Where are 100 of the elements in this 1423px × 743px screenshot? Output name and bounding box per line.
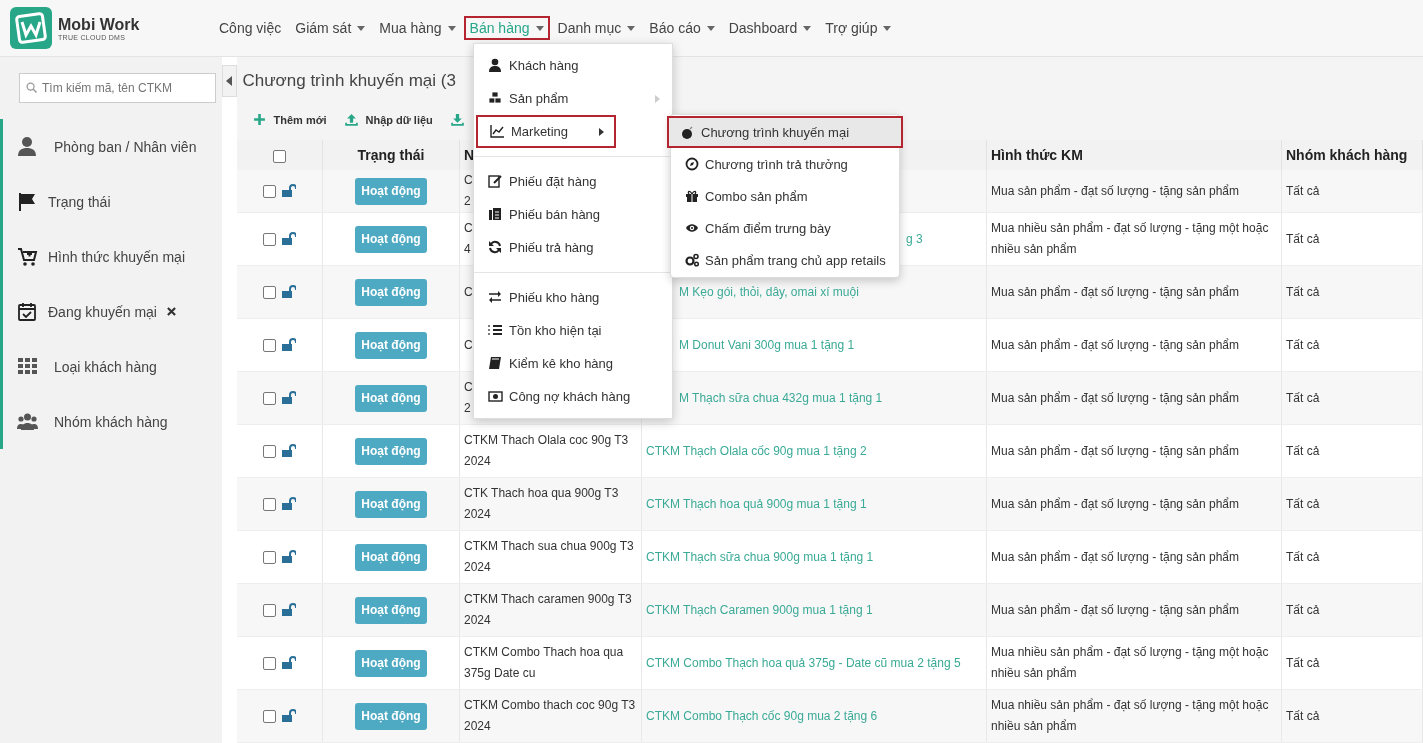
table-cell: Tất cả [1281,371,1423,425]
table-cell: Tất cả [1281,636,1423,690]
person-icon [488,58,503,73]
table-cell: Tất cả [1281,424,1423,478]
table-cell: Mua sản phẩm - đạt số lượng - tặng sản phẩm [986,583,1282,637]
row-checkbox[interactable] [262,497,276,511]
table-cell: Mua nhiều sản phẩm - đạt số lượng - tặng một hoặc nhiều sản phẩm [986,212,1282,266]
printer-icon [488,207,503,222]
eye-icon [685,221,699,235]
caret-left-icon [226,76,233,86]
nav-menu-item[interactable]: Báo cáo [643,16,721,40]
row-checkbox[interactable] [262,184,276,198]
status-badge: Hoạt động [355,490,427,518]
table-cell: CTKM Combo thach coc 90g T3 2024 [459,689,642,743]
table-cell: Mua sản phẩm - đạt số lượng - tặng sản phẩm [986,265,1282,319]
calendar-check-icon [17,301,38,322]
sidebar-item[interactable]: Nhóm khách hàng [0,394,222,449]
toolbar-button[interactable]: Thêm mới [252,113,327,126]
select-all-checkbox[interactable] [272,149,286,163]
table-cell: Tất cả [1281,170,1423,213]
table-cell: CTKM Thach Olala coc 90g T3 2024 [459,424,642,478]
status-badge: Hoạt động [355,596,427,624]
toolbar-button[interactable]: Nhập dữ liệu [344,113,433,126]
page-title: Chương trình khuyến mại (3 [242,70,456,92]
status-badge: Hoạt động [355,702,427,730]
exchange-icon [488,290,503,305]
nav-menu-item[interactable]: Dashboard [722,16,818,40]
nav-menu-item[interactable]: Công việc [213,16,288,40]
row-checkbox[interactable] [262,391,276,405]
menu-item[interactable]: Khách hàng [474,49,672,82]
grid-icon [17,356,38,377]
list-icon [488,323,503,338]
flag-icon [17,191,38,212]
money-icon [488,389,503,404]
status-badge: Hoạt động [355,384,427,412]
table-cell: Tất cả [1281,530,1423,584]
table-cell: Tất cả [1281,212,1423,266]
nav-menu-item[interactable]: Mua hàng [373,16,462,40]
row-checkbox[interactable] [262,656,276,670]
row-checkbox[interactable] [262,285,276,299]
table-cell: Mua sản phẩm - đạt số lượng - tặng sản phẩm [986,170,1282,213]
row-checkbox[interactable] [262,338,276,352]
nav-menu-item[interactable]: Trợ giúp [819,16,898,40]
edit-icon [488,174,503,189]
sidebar-item[interactable]: Trạng thái [0,174,222,229]
refresh-icon [488,240,503,255]
search-field[interactable]: Tìm kiếm mã, tên CTKM [19,73,216,103]
sidebar-item[interactable]: Hình thức khuyến mại [0,229,222,284]
table-cell: CTKM Thach caramen 900g T3 2024 [459,583,642,637]
table-cell: Mua sản phẩm - đạt số lượng - tặng sản phẩm [986,424,1282,478]
book-icon [488,356,503,371]
gift-icon [685,189,699,203]
table-cell: Tất cả [1281,689,1423,743]
table-cell: CTKM Thach sua chua 900g T3 2024 [459,530,642,584]
table-cell: Mua sản phẩm - đạt số lượng - tặng sản phẩm [986,530,1282,584]
status-badge: Hoạt động [355,177,427,205]
bomb-icon [681,125,695,139]
status-badge: Hoạt động [355,543,427,571]
table-cell: CTKM Combo Thach hoa qua 375g Date cu [459,636,642,690]
nav-menu-item[interactable]: Danh mục [551,16,642,40]
compass-icon [685,157,699,171]
plus-icon [252,113,266,126]
person-icon [17,136,38,157]
submenu-item[interactable]: Chấm điểm trưng bày [671,212,899,244]
table-cell: Mua sản phẩm - đạt số lượng - tặng sản phẩm [986,477,1282,531]
row-checkbox[interactable] [262,709,276,723]
row-checkbox[interactable] [262,232,276,246]
row-checkbox[interactable] [262,603,276,617]
collapse-button[interactable] [222,65,237,97]
column-header: Trạng thái [322,140,460,170]
submenu-item[interactable]: Combo sản phẩm [671,180,899,212]
submenu-item[interactable]: Chương trình khuyến mại [667,116,903,148]
row-checkbox[interactable] [262,550,276,564]
submenu-item[interactable]: Chương trình trả thưởng [671,148,899,180]
gears-icon [685,253,699,267]
table-cell: Mua sản phẩm - đạt số lượng - tặng sản phẩm [986,318,1282,372]
logo-icon [10,7,52,49]
table-cell: Mua sản phẩm - đạt số lượng - tặng sản phẩm [986,371,1282,425]
users-icon [17,411,38,432]
menu-item[interactable]: Sản phẩm [474,82,672,115]
status-badge: Hoạt động [355,225,427,253]
status-badge: Hoạt động [355,649,427,677]
sidebar-item[interactable]: Phòng ban / Nhân viên [0,119,222,174]
sidebar-item[interactable]: Loại khách hàng [0,339,222,394]
row-checkbox[interactable] [262,444,276,458]
table-cell: CTK Thach hoa qua 900g T3 2024 [459,477,642,531]
sidebar-item[interactable]: Đang khuyến mại [0,284,222,339]
logo-title: Mobi Work [58,15,140,34]
toolbar-button[interactable] [450,113,464,126]
menu-item[interactable]: Marketing [476,115,616,148]
submenu-item[interactable]: Sản phẩm trang chủ app retails [671,244,899,276]
download-icon [450,113,464,126]
cart-plus-icon [17,246,38,267]
status-badge: Hoạt động [355,437,427,465]
status-badge: Hoạt động [355,278,427,306]
table-cell: Tất cả [1281,265,1423,319]
table-cell: Mua nhiều sản phẩm - đạt số lượng - tặng một hoặc nhiều sản phẩm [986,636,1282,690]
status-badge: Hoạt động [355,331,427,359]
column-header: Nhóm khách hàng [1281,140,1423,170]
nav-menu-item[interactable]: Giám sát [289,16,372,40]
